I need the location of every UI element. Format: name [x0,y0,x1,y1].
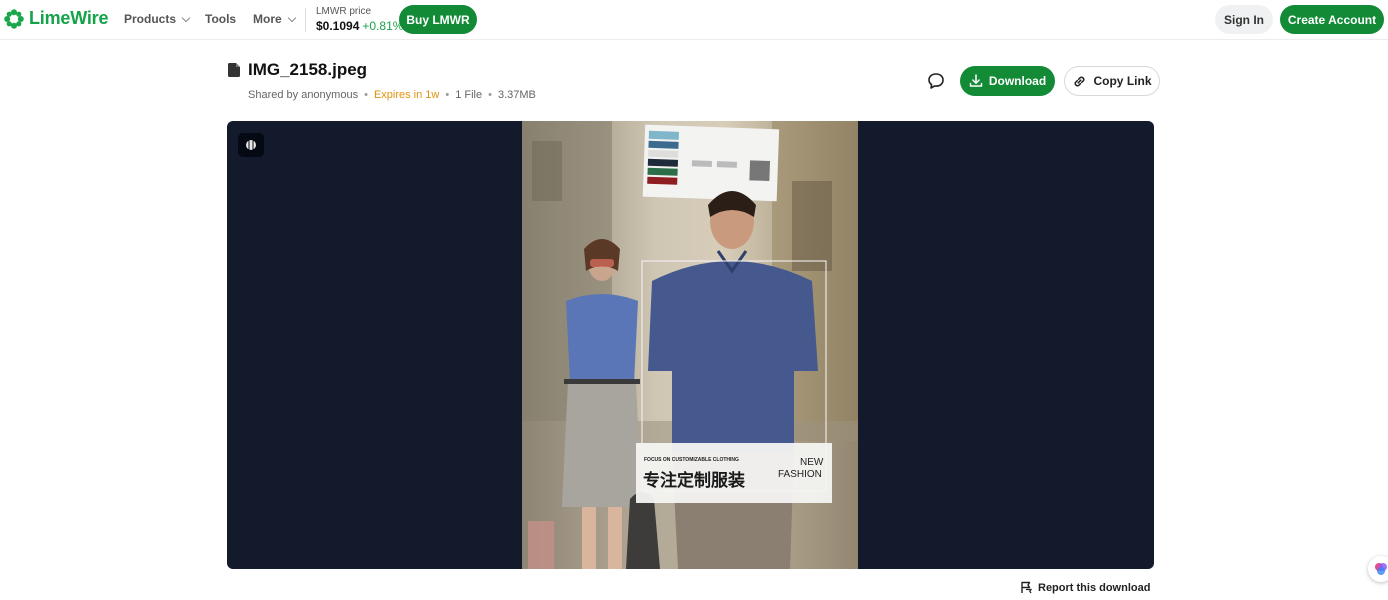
comment-icon[interactable] [925,70,947,92]
file-count: 1 File [455,89,483,101]
preview-mode-icon [246,140,256,150]
brand-name: LimeWire [29,8,109,28]
preview-photo: FOCUS ON CUSTOMIZABLE CLOTHING 专注定制服装 NE… [522,121,858,569]
download-label: Download [988,74,1047,88]
photo-illustration [522,121,858,569]
caption-new: NEW [800,457,824,468]
flag-icon [1021,581,1033,594]
nav-more[interactable]: More [253,12,296,26]
expires-label: Expires in 1w [373,89,440,101]
nav-tools[interactable]: Tools [205,12,236,26]
separator-dot: • [364,89,368,101]
price-label: LMWR price [316,6,372,17]
separator-dot: • [445,89,450,101]
limewire-logo-icon [4,8,24,29]
caption-small: FOCUS ON CUSTOMIZABLE CLOTHING [644,457,739,463]
file-size: 3.37MB [497,89,536,101]
assistant-icon [1375,563,1387,575]
chevron-down-icon [287,13,296,22]
create-account-button[interactable]: Create Account [1280,5,1384,34]
link-icon [1074,76,1085,86]
caption-fashion: FASHION [778,469,822,480]
brand-logo[interactable]: LimeWire [4,8,108,29]
nav-label: Products [124,12,177,26]
report-label: Report this download [1038,581,1151,594]
copy-link-button[interactable]: Copy Link [1064,66,1160,96]
download-icon [969,74,983,87]
file-name: IMG_2158.jpeg [248,60,368,79]
sign-in-button[interactable]: Sign In [1215,5,1273,34]
nav-label: More [253,12,282,26]
top-navbar: LimeWire Products Tools More LMWR price … [0,0,1388,40]
assistant-button[interactable] [1368,556,1388,582]
file-meta: Shared by anonymous • Expires in 1w • 1 … [248,89,536,101]
buy-lmwr-button[interactable]: Buy LMWR [399,5,477,34]
nav-label: Tools [205,12,237,26]
download-button[interactable]: Download [960,66,1055,96]
nav-products[interactable]: Products [124,12,191,26]
chevron-down-icon [181,13,191,22]
report-download-link[interactable]: Report this download [1020,581,1150,594]
file-icon [228,63,240,77]
separator-dot: • [488,89,492,101]
shared-by: Shared by anonymous [248,89,359,101]
preview-mode-toggle[interactable] [238,133,264,157]
image-preview: FOCUS ON CUSTOMIZABLE CLOTHING 专注定制服装 NE… [227,121,1154,569]
price-value: $0.1094 [316,19,360,33]
divider [305,8,306,32]
caption-chinese: 专注定制服装 [643,471,745,490]
price-change: +0.81% [362,19,404,33]
price-readout: $0.1094 +0.81% [316,19,403,33]
copy-link-label: Copy Link [1093,74,1152,88]
